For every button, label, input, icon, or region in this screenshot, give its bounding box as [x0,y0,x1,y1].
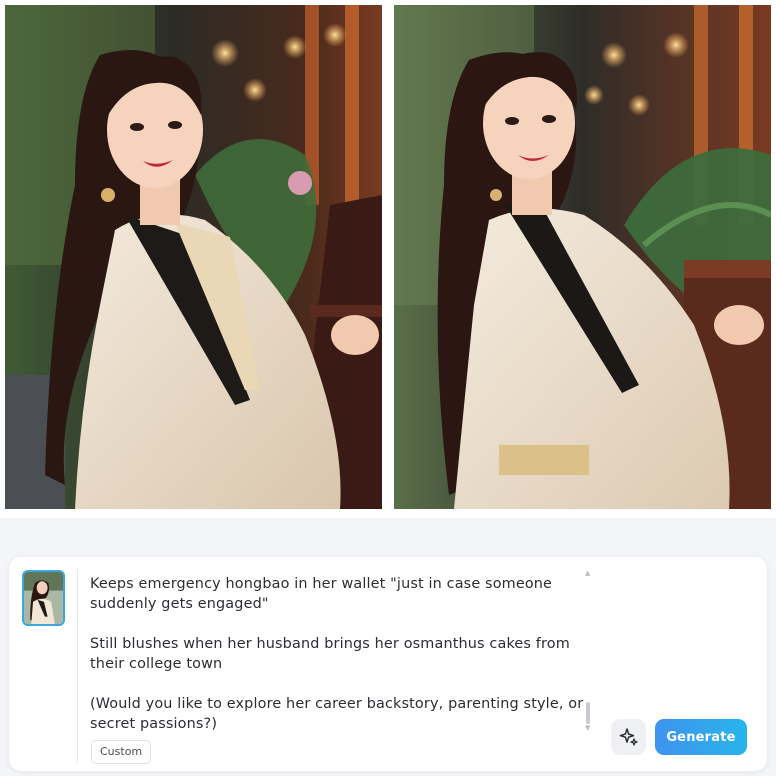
prompt-composer: Keeps emergency hongbao in her wallet "j… [9,557,767,771]
generate-button[interactable]: Generate [655,719,747,755]
sparkle-icon [619,728,638,746]
scrollbar-thumb[interactable] [586,702,590,724]
portrait-illustration-2 [394,5,771,509]
app-page: Keeps emergency hongbao in her wallet "j… [0,0,776,776]
generated-image-1[interactable] [5,5,382,509]
magic-enhance-button[interactable] [611,719,646,755]
prompt-paragraph: Keeps emergency hongbao in her wallet "j… [90,576,553,612]
prompt-textarea[interactable]: Keeps emergency hongbao in her wallet "j… [90,574,590,734]
scroll-down-arrow-icon[interactable]: ▼ [585,724,590,732]
composer-divider [77,569,78,763]
scroll-up-arrow-icon[interactable]: ▲ [585,569,590,577]
thumbnail-image [24,572,63,624]
prompt-paragraph: Still blushes when her husband brings he… [90,636,570,672]
reference-thumbnail[interactable] [22,570,65,626]
portrait-illustration-1 [5,5,382,509]
generated-image-2[interactable] [394,5,771,509]
custom-chip[interactable]: Custom [91,740,152,764]
prompt-paragraph: (Would you like to explore her career ba… [90,696,584,732]
